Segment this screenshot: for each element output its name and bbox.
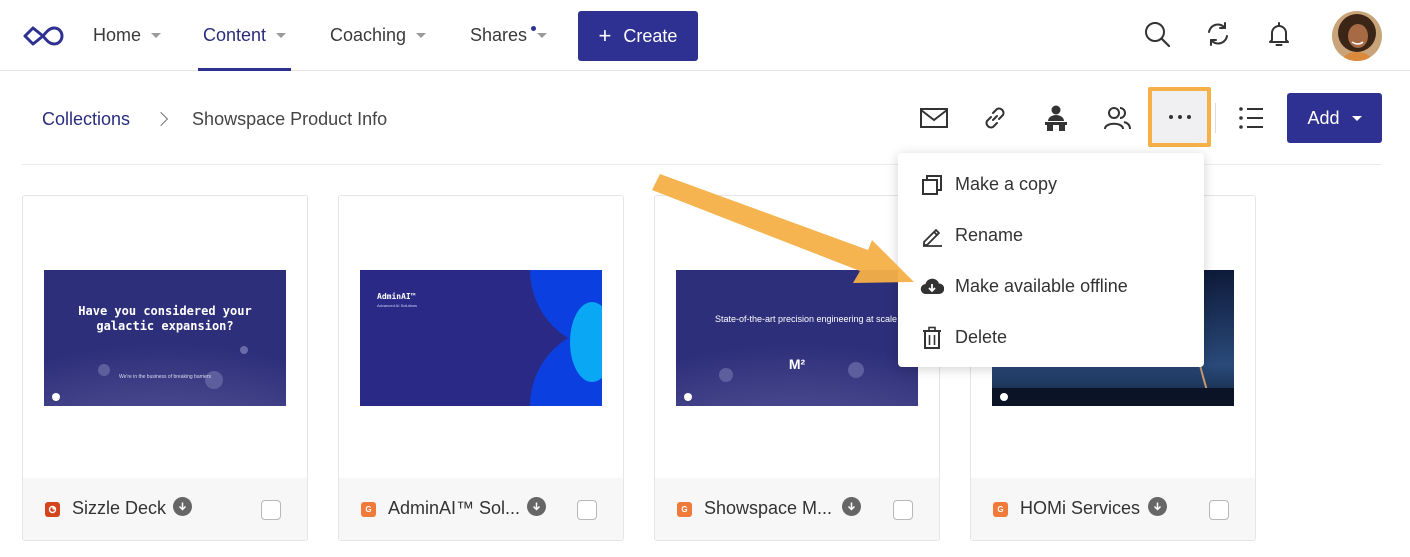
nav-shares[interactable]: Shares [470,0,548,71]
download-icon[interactable] [527,497,546,516]
card-thumbnail: AdminAI™ Advanced AI Solutions [360,270,602,406]
link-icon[interactable] [977,100,1013,136]
bell-icon[interactable] [1263,18,1295,50]
nav-home-label: Home [93,25,142,45]
download-icon[interactable] [842,497,861,516]
nav-content-label: Content [203,25,267,45]
card-select-checkbox[interactable] [577,500,597,520]
file-type-icon: G [361,502,376,517]
card-footer: G HOMi Services [971,478,1255,540]
add-button-label: Add [1307,107,1340,128]
file-type-icon [45,502,60,517]
thumbnail-headline: Have you considered your galactic expans… [78,304,252,333]
users-icon[interactable] [1099,100,1135,136]
card-title[interactable]: HOMi Services [1020,498,1140,519]
active-tab-indicator [198,68,292,71]
card-select-checkbox[interactable] [1209,500,1229,520]
menu-item-label: Delete [955,327,1008,347]
thumbnail-caption: M² [788,356,806,372]
download-icon[interactable] [1148,497,1167,516]
file-type-icon: G [993,502,1008,517]
thumbnail-headline: State-of-the-art precision engineering a… [714,314,898,324]
sync-icon[interactable] [1202,18,1234,50]
search-icon[interactable] [1141,18,1173,50]
more-options-menu: Make a copy Rename Make available offlin… [898,153,1204,367]
cloud-download-icon [920,275,944,299]
user-avatar[interactable] [1332,11,1382,61]
menu-item-label: Make a copy [955,174,1058,194]
thumbnail-caption: We're in the business of breaking barrie… [118,374,212,380]
card-thumbnail: Have you considered your galactic expans… [44,270,286,406]
card-title[interactable]: AdminAI™ Sol... [388,498,520,519]
chevron-right-icon [153,111,169,127]
chevron-down-icon [1351,115,1362,121]
more-options-button[interactable] [1148,87,1211,147]
breadcrumb-current: Showspace Product Info [192,108,388,129]
presenter-icon[interactable] [1038,100,1074,136]
more-dot-icon [1186,115,1191,119]
chevron-down-icon [416,33,427,38]
menu-item-label: Make available offline [955,276,1128,296]
nav-coaching[interactable]: Coaching [330,0,427,71]
download-icon[interactable] [173,497,192,516]
nav-content[interactable]: Content [198,0,292,71]
pencil-icon [920,224,944,248]
card-select-checkbox[interactable] [893,500,913,520]
menu-item-rename[interactable]: Rename [898,210,1204,261]
showspace-logo-icon[interactable] [22,24,64,48]
breadcrumb: Collections Showspace Product Info [42,107,387,131]
nav-home[interactable]: Home [93,0,162,71]
card-footer: G AdminAI™ Sol... [339,478,623,540]
list-view-icon[interactable] [1233,100,1269,136]
chevron-down-icon [537,33,548,38]
add-button[interactable]: Add [1287,93,1382,143]
nav-coaching-label: Coaching [330,25,407,45]
menu-item-delete[interactable]: Delete [898,312,1204,363]
file-type-icon: G [677,502,692,517]
thumbnail-headline: AdminAI™ [377,292,416,301]
card-thumbnail: State-of-the-art precision engineering a… [676,270,918,406]
menu-item-label: Rename [955,225,1024,245]
card-footer: Sizzle Deck [23,478,307,540]
content-card[interactable]: AdminAI™ Advanced AI Solutions G AdminAI… [338,195,624,541]
create-button[interactable]: + Create [578,11,698,61]
breadcrumb-collections-link[interactable]: Collections [42,109,130,130]
card-title[interactable]: Showspace M... [704,498,832,519]
copy-icon [920,173,944,197]
card-select-checkbox[interactable] [261,500,281,520]
plus-icon: + [598,23,612,48]
menu-item-make-available-offline[interactable]: Make available offline [898,261,1204,312]
trash-icon [920,326,944,350]
email-icon[interactable] [916,100,952,136]
chevron-down-icon [151,33,162,38]
content-card[interactable]: Have you considered your galactic expans… [22,195,308,541]
card-title[interactable]: Sizzle Deck [72,498,166,519]
nav-shares-label: Shares [470,25,528,45]
top-navigation-bar: Home Content Coaching Shares + Create [0,0,1410,71]
toolbar-divider [1215,103,1216,133]
more-dot-icon [1168,115,1173,119]
chevron-down-icon [276,33,287,38]
create-button-label: Create [623,25,678,46]
thumbnail-caption: Advanced AI Solutions [377,303,418,308]
card-footer: G Showspace M... [655,478,939,540]
more-dot-icon [1177,115,1182,119]
menu-item-make-copy[interactable]: Make a copy [898,159,1204,210]
notification-dot [531,26,536,31]
